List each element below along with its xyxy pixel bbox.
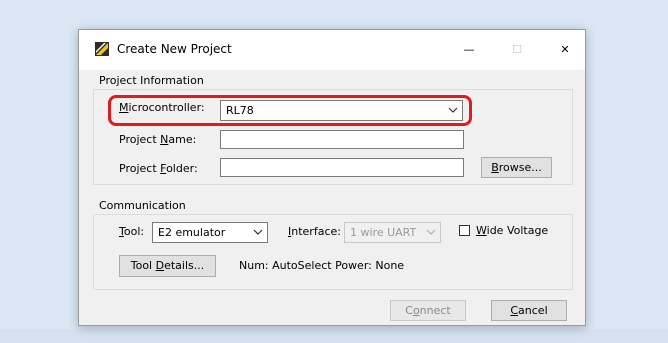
maximize-button[interactable]: ☐ xyxy=(497,34,537,66)
create-new-project-dialog: Create New Project — ☐ ✕ Project Informa… xyxy=(78,29,586,326)
tool-value: E2 emulator xyxy=(158,226,226,239)
close-button[interactable]: ✕ xyxy=(545,34,585,66)
browse-button[interactable]: Browse... xyxy=(481,157,552,178)
interface-label: Interface: xyxy=(288,225,341,238)
tool-label: Tool: xyxy=(119,225,145,238)
wide-voltage-checkbox[interactable] xyxy=(459,225,470,236)
wide-voltage-label[interactable]: Wide Voltage xyxy=(476,224,548,237)
chevron-down-icon xyxy=(426,229,436,235)
title-bar[interactable]: Create New Project — ☐ ✕ xyxy=(79,30,585,70)
project-name-label: Project Name: xyxy=(119,133,197,146)
project-name-input[interactable] xyxy=(220,130,464,149)
background-strip xyxy=(0,329,668,343)
interface-dropdown[interactable]: 1 wire UART xyxy=(344,222,441,243)
connect-button[interactable]: Connect xyxy=(390,300,466,321)
cancel-button[interactable]: Cancel xyxy=(491,300,567,321)
tool-details-button[interactable]: Tool Details... xyxy=(119,255,216,277)
window-title: Create New Project xyxy=(117,42,232,56)
chevron-down-icon xyxy=(253,229,263,235)
interface-value: 1 wire UART xyxy=(350,226,417,239)
project-folder-input[interactable] xyxy=(220,158,464,177)
status-text: Num: AutoSelect Power: None xyxy=(239,259,405,272)
project-folder-label: Project Folder: xyxy=(119,162,198,175)
communication-label: Communication xyxy=(99,199,186,212)
app-icon xyxy=(95,42,109,56)
project-information-label: Project Information xyxy=(99,74,204,87)
minimize-button[interactable]: — xyxy=(449,34,489,66)
highlight-box xyxy=(108,95,472,126)
tool-dropdown[interactable]: E2 emulator xyxy=(152,222,268,243)
